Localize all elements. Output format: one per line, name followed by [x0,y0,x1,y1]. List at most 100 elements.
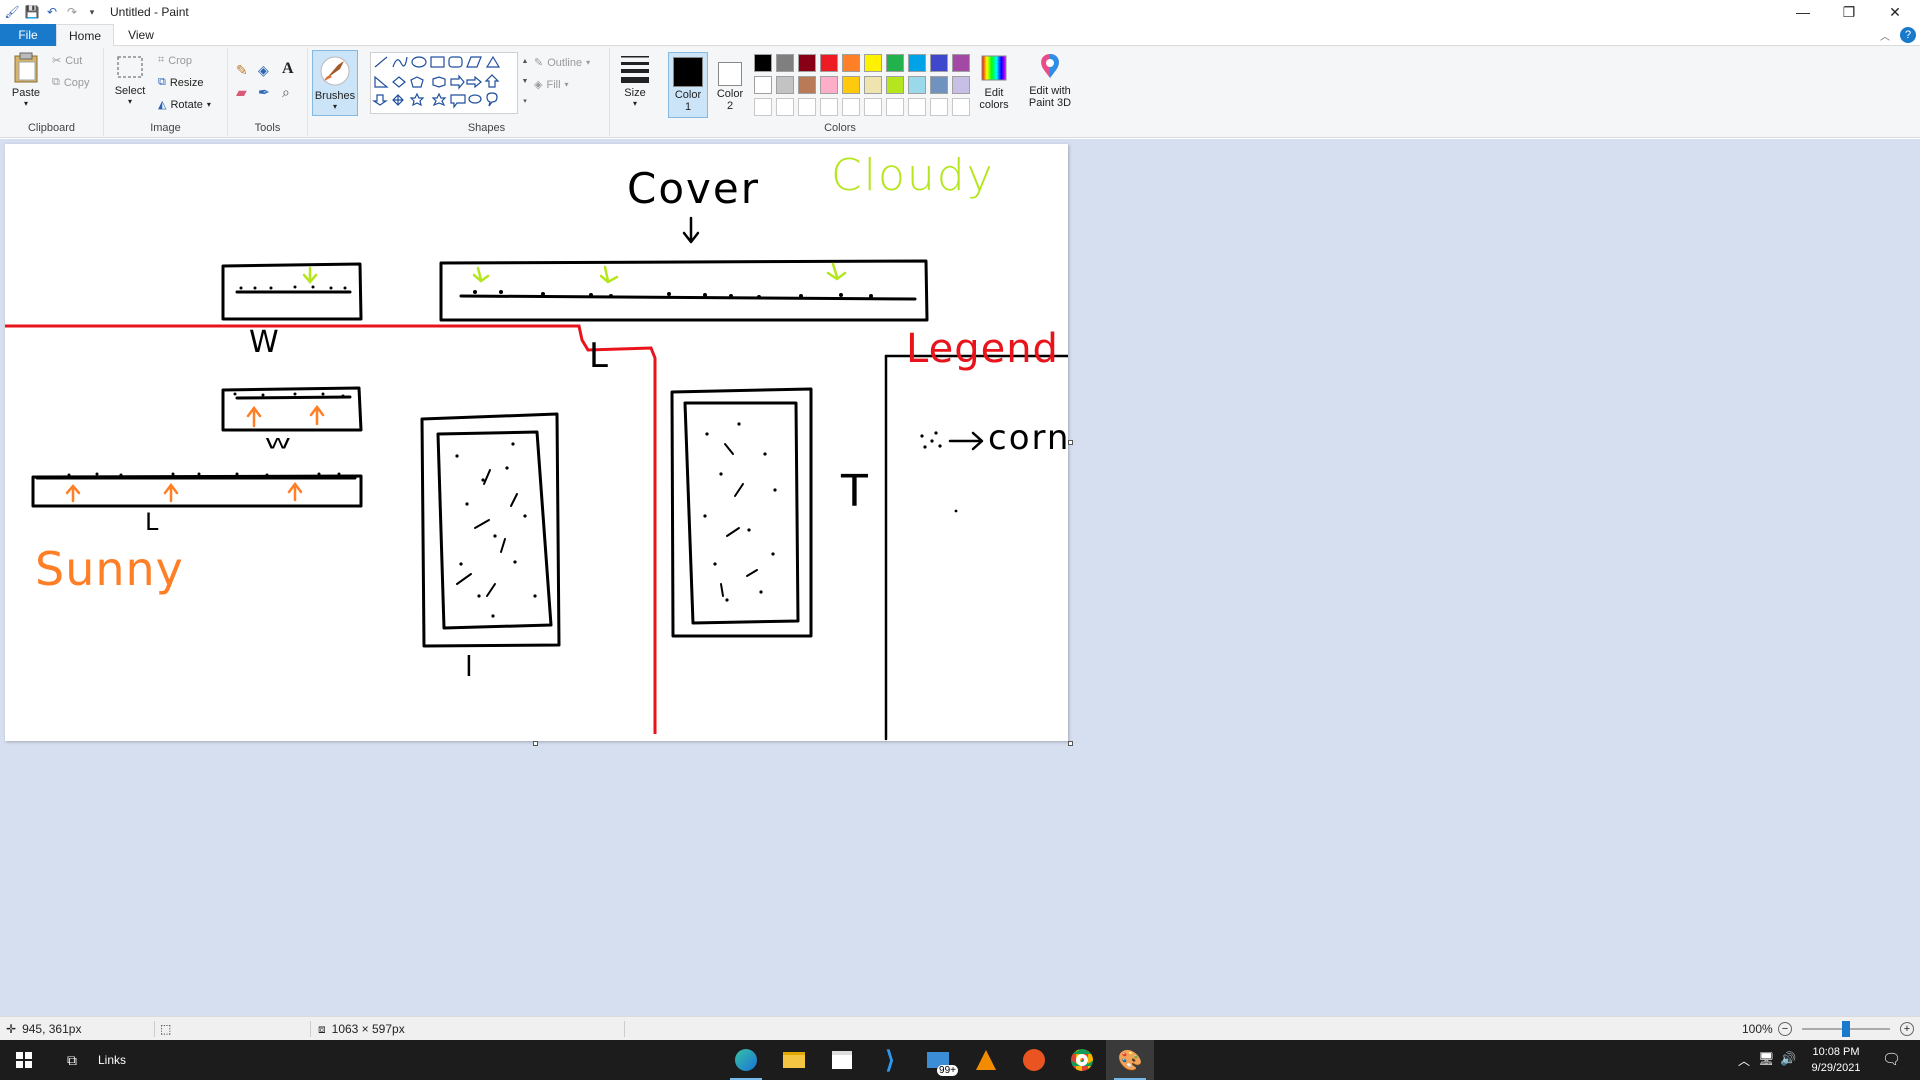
size-button[interactable]: Size ▾ [614,52,656,108]
taskbar-vlc[interactable] [962,1040,1010,1080]
palette-swatch[interactable] [798,54,816,72]
custom-color-slot[interactable] [798,98,816,116]
color1-button[interactable]: Color 1 [668,52,708,118]
zoom-slider-track[interactable] [1802,1021,1890,1037]
custom-color-slot[interactable] [820,98,838,116]
taskbar-mail[interactable]: 99+ [914,1040,962,1080]
palette-swatch[interactable] [886,54,904,72]
fill-bucket-icon[interactable]: ◈ [258,62,269,79]
redo-icon[interactable]: ↷ [64,4,80,20]
zoom-out-icon[interactable]: − [1778,1022,1792,1036]
links-toolbar[interactable]: Links [98,1040,126,1080]
cut-button[interactable]: ✂ Cut [52,54,82,68]
shapes-gallery[interactable] [370,52,518,114]
palette-swatch[interactable] [864,76,882,94]
palette-swatch[interactable] [754,76,772,94]
taskbar-ubuntu[interactable] [1010,1040,1058,1080]
custom-color-slot[interactable] [908,98,926,116]
custom-color-slot[interactable] [864,98,882,116]
paste-button[interactable]: Paste ▾ [6,52,46,108]
collapse-ribbon-icon[interactable]: ︿ [1880,28,1890,43]
palette-swatch[interactable] [820,76,838,94]
paste-dropdown-icon[interactable]: ▾ [6,99,46,108]
color-picker-icon[interactable]: ✒ [258,84,270,101]
taskbar-store[interactable] [818,1040,866,1080]
zoom-in-icon[interactable]: + [1900,1022,1914,1036]
palette-swatch[interactable] [952,76,970,94]
color-wheel-icon [981,55,1007,81]
network-icon[interactable]: 🖥 [1758,1051,1775,1067]
customize-qat-icon[interactable]: ▾ [84,4,100,20]
show-hidden-icons[interactable]: ︿ [1738,1052,1750,1069]
palette-swatch[interactable] [842,54,860,72]
clock[interactable]: 10:08 PM 9/29/2021 [1806,1044,1866,1076]
length-label-top: L [589,336,608,376]
palette-swatch[interactable] [908,54,926,72]
close-icon[interactable]: ✕ [1872,0,1918,24]
color2-button[interactable]: Color 2 [710,52,750,118]
tab-view[interactable]: View [118,24,164,46]
help-icon[interactable]: ? [1900,27,1916,43]
custom-color-slot[interactable] [930,98,948,116]
custom-color-slot[interactable] [952,98,970,116]
palette-swatch[interactable] [776,76,794,94]
resize-handle-right[interactable] [1068,440,1073,445]
resize-handle-bottom[interactable] [533,741,538,746]
custom-color-slot[interactable] [776,98,794,116]
tab-file[interactable]: File [0,24,56,46]
custom-color-slot[interactable] [842,98,860,116]
shapes-scroll[interactable]: ▲ ▼ ▾ [520,52,530,114]
copy-button[interactable]: ⧉ Copy [52,76,90,89]
minimize-icon[interactable]: — [1780,0,1826,24]
brushes-label: Brushes [314,90,356,102]
magnifier-icon[interactable]: ⌕ [282,84,290,101]
brushes-button[interactable]: Brushes ▾ [312,50,358,116]
resize-button[interactable]: ⧉ Resize [158,76,203,89]
resize-handle-corner[interactable] [1068,741,1073,746]
tab-home[interactable]: Home [56,24,114,47]
select-label: Select [114,85,146,97]
taskbar-edge[interactable] [722,1040,770,1080]
fill-button[interactable]: ◈ Fill ▾ [534,78,569,92]
custom-color-slot[interactable] [754,98,772,116]
taskbar-paint[interactable]: 🎨 [1106,1040,1154,1080]
palette-swatch[interactable] [820,54,838,72]
undo-icon[interactable]: ↶ [44,4,60,20]
palette-swatch[interactable] [952,54,970,72]
restore-icon[interactable]: ❐ [1826,0,1872,24]
selection-icon: ⬚ [160,1022,172,1036]
custom-color-slot[interactable] [886,98,904,116]
vscode-icon: ⟩ [885,1046,895,1074]
palette-swatch[interactable] [908,76,926,94]
taskbar-vscode[interactable]: ⟩ [866,1040,914,1080]
start-button[interactable] [0,1040,48,1080]
length-label-mid: l [465,650,473,683]
crop-button[interactable]: ⌗ Crop [158,54,192,67]
edit-with-paint3d-button[interactable]: Edit with Paint 3D [1022,52,1078,109]
task-view-button[interactable]: ⧉ [48,1040,96,1080]
palette-swatch[interactable] [930,76,948,94]
drawing-canvas[interactable]: Cover Cloudy Sunny Legend corn W W L L l… [5,144,1073,746]
palette-swatch[interactable] [776,54,794,72]
outline-button[interactable]: ✎ Outline ▾ [534,56,590,70]
pencil-icon[interactable]: ✎ [236,62,248,79]
edit-colors-button[interactable]: Edit colors [974,54,1014,111]
clock-time: 10:08 PM [1812,1046,1860,1058]
taskbar-chrome[interactable] [1058,1040,1106,1080]
save-icon[interactable]: 💾 [24,4,40,20]
palette-swatch[interactable] [798,76,816,94]
text-tool-icon[interactable]: A [282,60,294,78]
select-button[interactable]: Select ▾ [110,52,150,106]
palette-swatch[interactable] [842,76,860,94]
taskbar-file-explorer[interactable] [770,1040,818,1080]
eraser-icon[interactable]: ▰ [236,84,247,101]
notifications-icon[interactable]: 🗨 [1882,1050,1901,1068]
palette-swatch[interactable] [754,54,772,72]
select-dropdown-icon[interactable]: ▾ [110,97,150,106]
palette-swatch[interactable] [930,54,948,72]
zoom-slider-thumb[interactable] [1842,1021,1850,1037]
palette-swatch[interactable] [864,54,882,72]
palette-swatch[interactable] [886,76,904,94]
volume-icon[interactable]: 🔊 [1780,1051,1796,1067]
rotate-button[interactable]: ◭ Rotate ▾ [158,98,211,112]
